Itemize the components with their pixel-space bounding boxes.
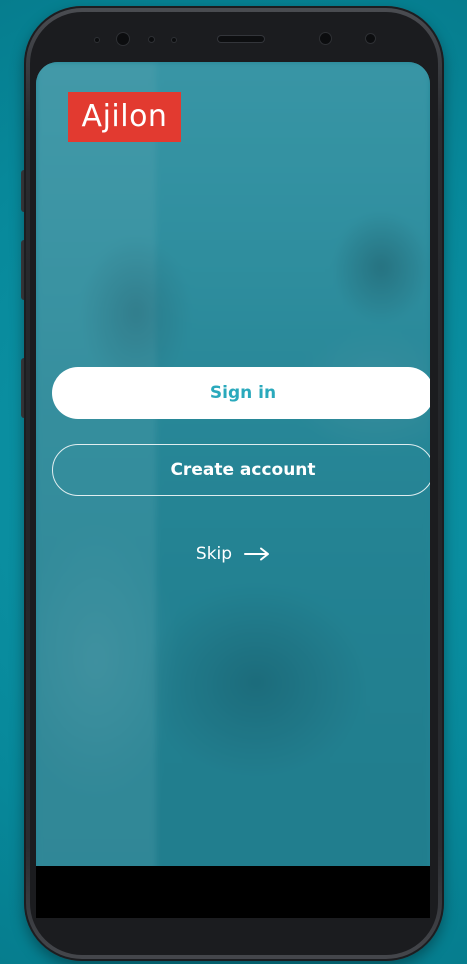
app-screen: Ajilon Sign in Create account Skip <box>36 62 430 918</box>
skip-link-label: Skip <box>195 544 233 564</box>
front-camera-icon <box>117 33 129 45</box>
skip-link[interactable]: Skip <box>196 544 270 564</box>
create-account-button[interactable]: Create account <box>52 444 430 496</box>
sign-in-button[interactable]: Sign in <box>52 367 430 419</box>
navigation-bar <box>36 866 430 918</box>
sensor-dot <box>149 37 154 42</box>
earpiece-speaker <box>218 36 264 42</box>
brand-logo: Ajilon <box>68 92 181 142</box>
skip-link-row: Skip <box>36 544 430 564</box>
create-account-button-label: Create account <box>170 460 316 480</box>
arrow-right-icon <box>244 547 270 561</box>
sensor-dot <box>172 38 176 42</box>
sign-in-button-label: Sign in <box>209 383 277 403</box>
secondary-camera-icon <box>366 34 375 43</box>
proximity-sensor <box>320 33 331 44</box>
stage: Ajilon Sign in Create account Skip <box>0 0 467 964</box>
sensor-dot <box>95 38 99 42</box>
